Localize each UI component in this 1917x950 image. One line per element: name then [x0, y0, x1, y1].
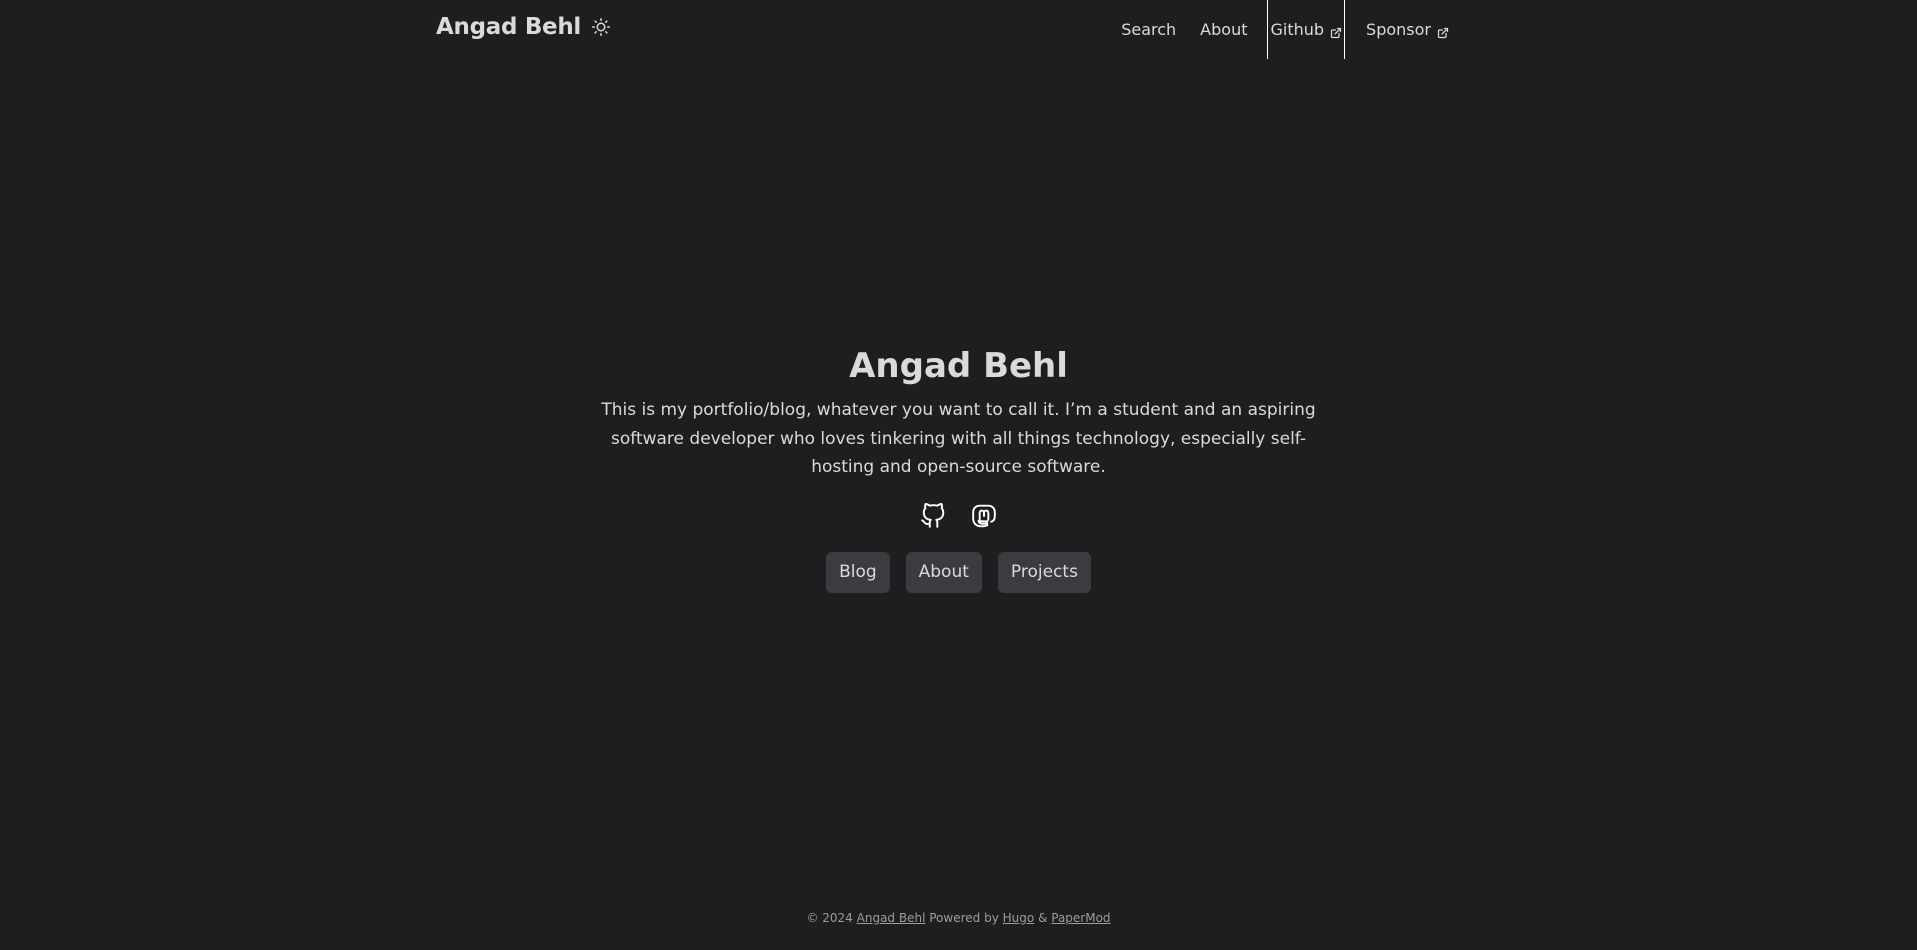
blog-button[interactable]: Blog	[826, 551, 890, 593]
hugo-link[interactable]: Hugo	[1003, 911, 1035, 925]
nav-github-label: Github	[1270, 20, 1325, 39]
copyright-text: © 2024	[806, 911, 853, 925]
sun-icon[interactable]	[591, 17, 611, 37]
projects-button[interactable]: Projects	[997, 551, 1091, 593]
github-icon[interactable]	[919, 502, 947, 530]
nav-about-label: About	[1200, 20, 1248, 39]
home-info: Angad Behl This is my portfolio/blog, wh…	[0, 340, 1917, 593]
nav-search-label: Search	[1121, 20, 1177, 39]
site-header: Angad Behl Search About Github Sponsor	[0, 0, 1917, 60]
nav-sponsor[interactable]: Sponsor	[1354, 0, 1461, 59]
social-icons	[0, 502, 1917, 530]
ampersand-text: &	[1038, 911, 1048, 925]
external-link-icon	[1437, 24, 1449, 38]
author-link[interactable]: Angad Behl	[857, 911, 926, 925]
nav-github[interactable]: Github	[1267, 0, 1346, 59]
intro-text: This is my portfolio/blog, whatever you …	[601, 400, 1316, 477]
external-link-icon	[1330, 24, 1342, 38]
mastodon-icon[interactable]	[970, 502, 998, 530]
site-footer: © 2024 Angad Behl Powered by Hugo & Pape…	[0, 911, 1917, 925]
nav-search[interactable]: Search	[1109, 0, 1188, 59]
home-buttons: Blog About Projects	[0, 551, 1917, 593]
site-logo[interactable]: Angad Behl	[436, 14, 581, 40]
logo-area: Angad Behl	[436, 14, 611, 40]
powered-by-text: Powered by	[929, 911, 999, 925]
about-button[interactable]: About	[905, 551, 982, 593]
papermod-link[interactable]: PaperMod	[1051, 911, 1110, 925]
nav-sponsor-label: Sponsor	[1366, 20, 1431, 39]
page-title: Angad Behl	[849, 346, 1068, 386]
nav-about[interactable]: About	[1188, 0, 1259, 59]
main-nav: Search About Github Sponsor	[1109, 0, 1461, 59]
